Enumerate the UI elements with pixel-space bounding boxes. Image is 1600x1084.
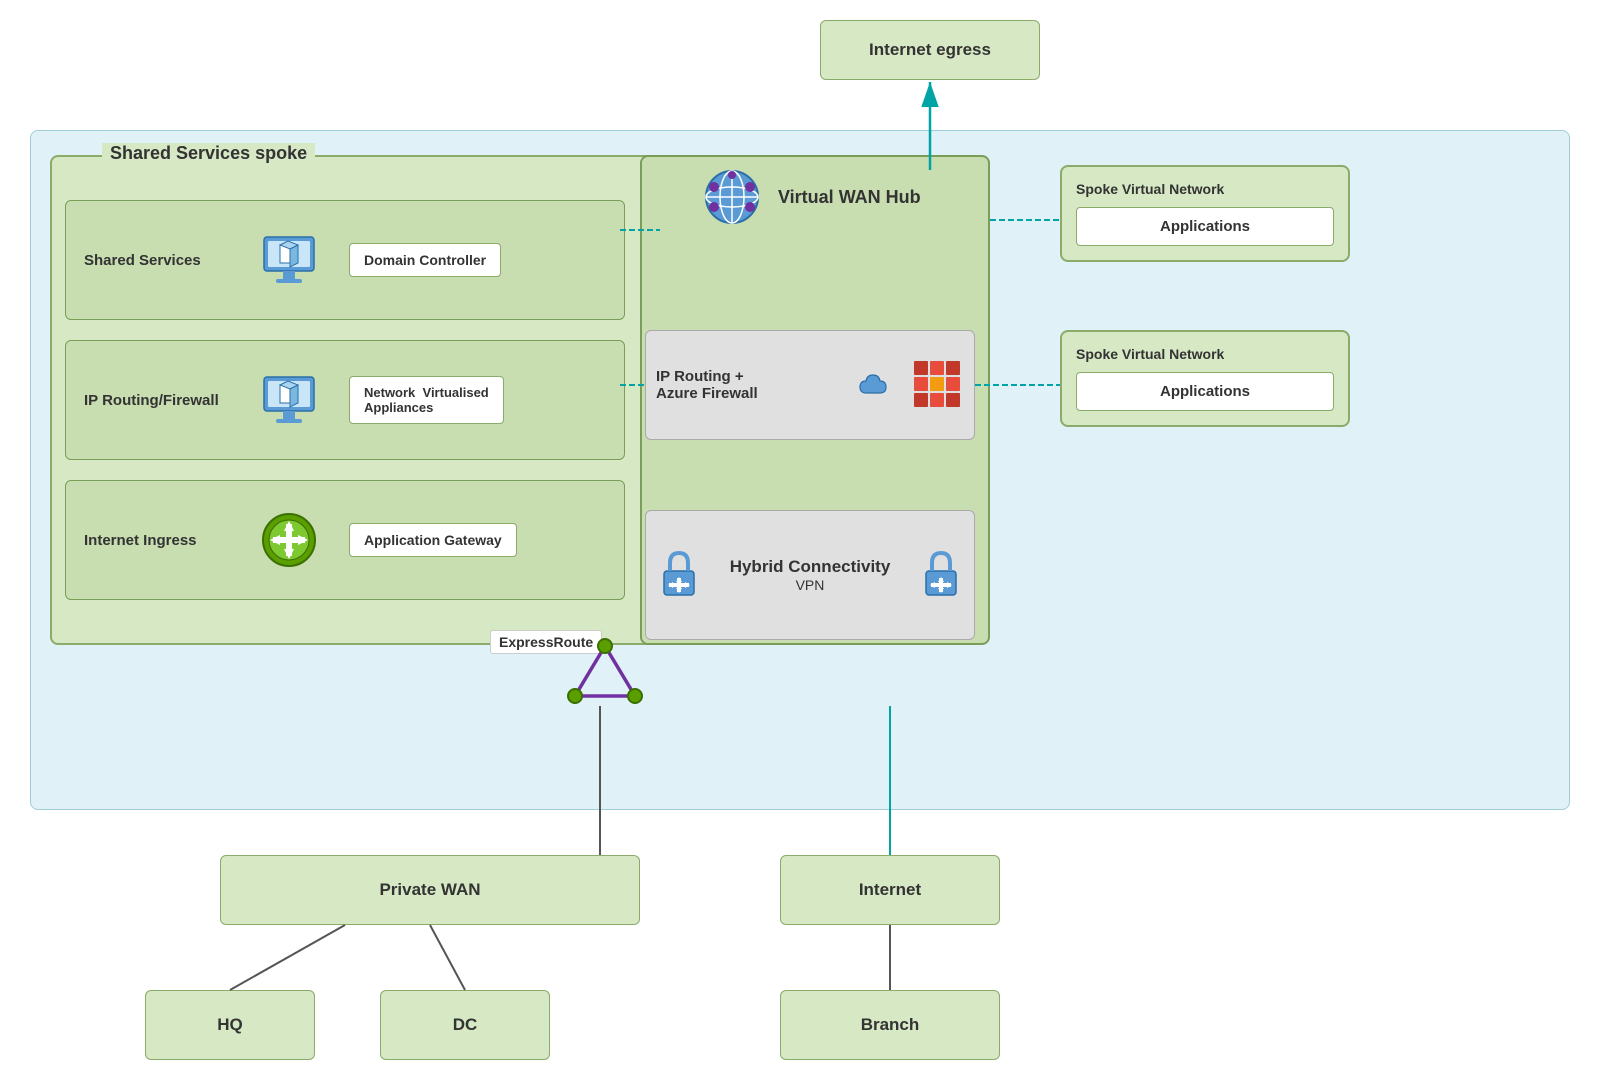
- domain-controller-label: Domain Controller: [349, 243, 501, 277]
- network-appliance-icon: [249, 360, 329, 440]
- spoke-vnet-2-inner: Applications: [1076, 372, 1334, 411]
- ss-row-internet-ingress: Internet Ingress Application Gateway: [65, 480, 625, 600]
- shared-services-spoke-title: Shared Services spoke: [102, 143, 315, 164]
- firewall-icon: [912, 359, 964, 411]
- dc-box: DC: [380, 990, 550, 1060]
- globe-icon: [700, 165, 764, 229]
- hq-label: HQ: [217, 1015, 243, 1035]
- private-wan-label: Private WAN: [379, 880, 480, 900]
- spoke-vnet-2-title: Spoke Virtual Network: [1076, 346, 1334, 362]
- hq-box: HQ: [145, 990, 315, 1060]
- network-virtualised-label: Network VirtualisedAppliances: [349, 376, 504, 424]
- diagram-container: Internet egress Shared Services spoke Sh…: [0, 0, 1600, 1084]
- domain-controller-icon: [249, 220, 329, 300]
- internet-egress-label: Internet egress: [869, 40, 991, 60]
- spoke-vnet-1-title: Spoke Virtual Network: [1076, 181, 1334, 197]
- private-wan-box: Private WAN: [220, 855, 640, 925]
- internet-egress-box: Internet egress: [820, 20, 1040, 80]
- ip-routing-azure-box: IP Routing +Azure Firewall: [645, 330, 975, 440]
- internet-box: Internet: [780, 855, 1000, 925]
- hybrid-connectivity-box: Hybrid Connectivity VPN: [645, 510, 975, 640]
- hybrid-connectivity-label: Hybrid Connectivity: [730, 557, 891, 577]
- ip-routing-firewall-label: IP Routing/Firewall: [84, 392, 239, 409]
- ip-routing-azure-label: IP Routing +Azure Firewall: [656, 368, 846, 402]
- application-gateway-label: Application Gateway: [349, 523, 517, 557]
- vwan-hub-header: Virtual WAN Hub: [700, 165, 921, 229]
- spoke-vnet-1-inner: Applications: [1076, 207, 1334, 246]
- spoke-vnet-1: Spoke Virtual Network Applications: [1060, 165, 1350, 262]
- vwan-hub-label: Virtual WAN Hub: [778, 187, 921, 208]
- internet-label: Internet: [859, 880, 921, 900]
- expressroute-triangle: [545, 626, 665, 706]
- shared-services-label: Shared Services: [84, 252, 239, 269]
- application-gateway-icon: [249, 500, 329, 580]
- lock-icon-right: [918, 549, 964, 601]
- internet-ingress-label: Internet Ingress: [84, 532, 239, 549]
- lock-icon-left: [656, 549, 702, 601]
- dc-label: DC: [453, 1015, 478, 1035]
- spoke-vnet-2: Spoke Virtual Network Applications: [1060, 330, 1350, 427]
- ss-row-ip-routing: IP Routing/Firewall Network VirtualisedA…: [65, 340, 625, 460]
- vpn-label: VPN: [796, 577, 825, 593]
- hybrid-text: Hybrid Connectivity VPN: [710, 557, 910, 593]
- ss-row-shared-services: Shared Services Domain Controller: [65, 200, 625, 320]
- branch-label: Branch: [861, 1015, 920, 1035]
- branch-box: Branch: [780, 990, 1000, 1060]
- cloud-icon: [858, 371, 896, 399]
